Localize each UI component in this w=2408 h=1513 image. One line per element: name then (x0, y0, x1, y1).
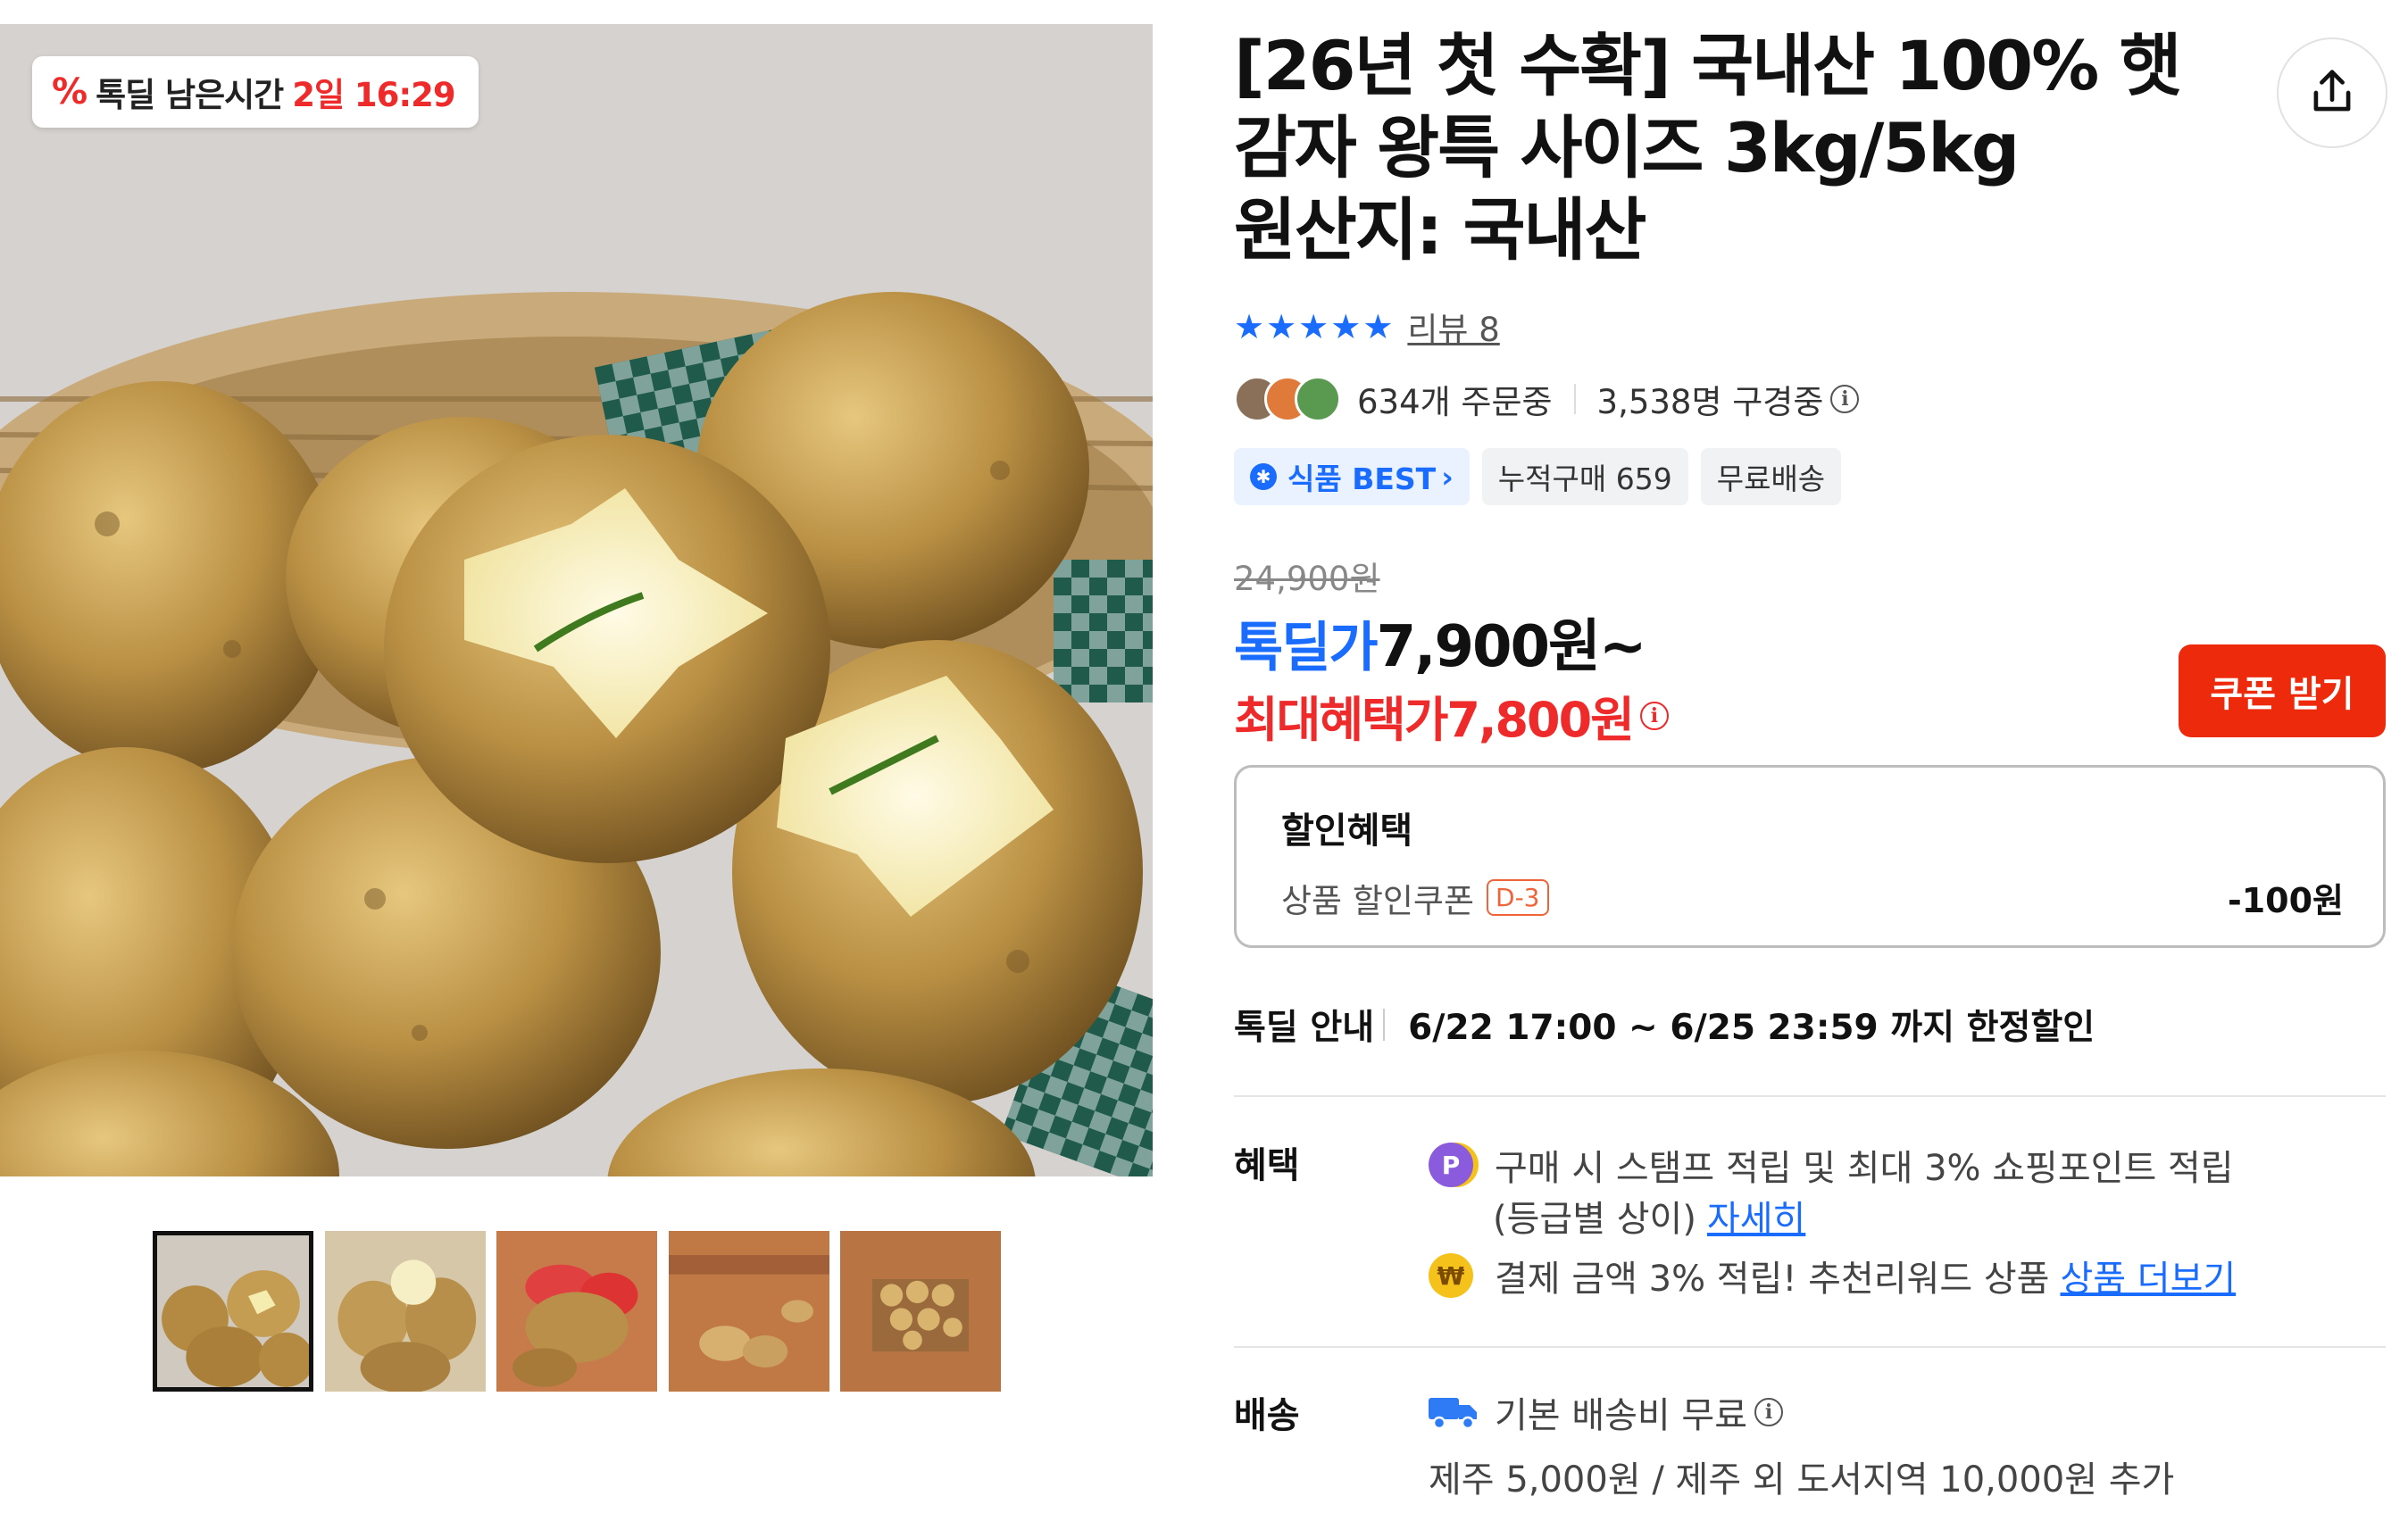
original-price: 24,900원 (1234, 560, 1380, 598)
deal-period-value: 6/22 17:00 ~ 6/25 23:59 까지 한정할인 (1408, 1008, 2096, 1048)
share-button[interactable] (2277, 37, 2387, 148)
star-icon: ★ (1234, 307, 1265, 346)
reward-coin-icon: ₩ (1429, 1253, 1473, 1298)
coupon-label: 상품 할인쿠폰 (1281, 881, 1475, 920)
thumbnail-5[interactable] (840, 1231, 1001, 1392)
info-icon[interactable]: i (1639, 701, 1669, 730)
best-tag-label: 식품 BEST (1287, 461, 1437, 496)
shipping-fee-line: 기본 배송비 무료 i (1429, 1386, 1784, 1438)
best-badge-icon: ✱ (1250, 463, 1277, 490)
thumbnail-1[interactable] (153, 1231, 313, 1392)
rating-row: ★ ★ ★ ★ ★ 리뷰 8 (1234, 303, 1500, 350)
timer-remaining: 2일 16:29 (292, 76, 455, 114)
max-benefit-price: 최대혜택가7,800원 (1234, 692, 1635, 748)
shipping-extra-fee: 제주 5,000원 / 제주 외 도서지역 10,000원 추가 (1429, 1459, 2175, 1501)
benefit-point-text: 구매 시 스탬프 적립 및 최대 3% 쇼핑포인트 적립 (1495, 1148, 2234, 1189)
main-product-image (0, 24, 1153, 1176)
coupon-amount: -100원 (2227, 881, 2344, 920)
free-shipping-tag: 무료배송 (1700, 448, 1842, 505)
chevron-right-icon: › (1441, 459, 1454, 495)
section-divider (1234, 1095, 2386, 1097)
star-icon: ★ (1266, 307, 1297, 346)
deal-timer-badge: % 톡딜 남은시간 2일 16:29 (32, 56, 479, 128)
benefit-reward-line: ₩ 결제 금액 3% 적립! 추천리워드 상품 상품 더보기 (1429, 1250, 2236, 1301)
details-link[interactable]: 자세히 (1707, 1190, 1805, 1242)
tags-row: ✱ 식품 BEST › 누적구매 659 무료배송 (1234, 448, 1842, 505)
discount-coupon-row: 상품 할인쿠폰 D-3 -100원 (1281, 873, 2344, 922)
best-tag[interactable]: ✱ 식품 BEST › (1234, 448, 1470, 505)
product-title: [26년 첫 수확] 국내산 100% 햇 감자 왕특 사이즈 3kg/5kg … (1234, 25, 2216, 271)
product-title-line-2: 감자 왕특 사이즈 3kg/5kg (1234, 108, 2020, 187)
thumbnail-2[interactable] (325, 1231, 486, 1392)
truck-icon (1429, 1398, 1477, 1430)
info-icon[interactable]: i (1754, 1398, 1784, 1426)
divider (1383, 1009, 1386, 1041)
thumbnail-4[interactable] (669, 1231, 829, 1392)
point-coin-icon: P (1429, 1143, 1473, 1187)
thumbnail-3[interactable] (496, 1231, 657, 1392)
benefit-grade-text: (등급별 상이) (1493, 1199, 1696, 1240)
product-title-line-3: 원산지: 국내산 (1234, 190, 1646, 270)
deal-price-value: 7,900원~ (1376, 614, 1647, 680)
more-products-link[interactable]: 상품 더보기 (2060, 1250, 2236, 1301)
shipping-fee-text: 기본 배송비 무료 (1495, 1395, 1748, 1436)
deal-period-label: 톡딜 안내 (1234, 1008, 1375, 1048)
orders-count: 634개 주문중 (1357, 383, 1553, 421)
benefit-point-line: P 구매 시 스탬프 적립 및 최대 3% 쇼핑포인트 적립 (1429, 1139, 2234, 1191)
section-divider (1234, 1346, 2386, 1348)
divider (1573, 384, 1576, 414)
benefit-grade-line: (등급별 상이) 자세히 (1493, 1190, 1805, 1242)
stats-row: 634개 주문중 3,538명 구경중 i (1234, 373, 1860, 425)
timer-label: 톡딜 남은시간 (96, 76, 284, 114)
product-title-line-1: [26년 첫 수확] 국내산 100% 햇 (1234, 26, 2182, 105)
benefit-reward-text: 결제 금액 3% 적립! 추천리워드 상품 (1495, 1259, 2050, 1300)
discount-title: 할인혜택 (1281, 811, 1413, 852)
cumulative-purchase-tag: 누적구매 659 (1481, 448, 1688, 505)
max-benefit-row: 최대혜택가7,800원 i (1234, 680, 1669, 751)
review-link[interactable]: 리뷰 8 (1407, 303, 1499, 351)
benefits-label: 혜택 (1234, 1145, 1300, 1186)
deal-price-row: 톡딜가 7,900원~ (1234, 601, 1647, 683)
deal-period-row: 톡딜 안내 6/22 17:00 ~ 6/25 23:59 까지 한정할인 (1234, 1000, 2095, 1050)
shipping-label: 배송 (1234, 1395, 1300, 1436)
deal-price-label: 톡딜가 (1234, 617, 1379, 679)
info-icon[interactable]: i (1830, 385, 1860, 413)
star-icon: ★ (1330, 307, 1362, 346)
viewers-count: 3,538명 구경중 (1596, 383, 1824, 421)
coupon-dday-badge: D-3 (1487, 879, 1549, 916)
share-icon (2313, 70, 2351, 112)
deal-percent-icon: % (52, 71, 87, 112)
discount-box: 할인혜택 상품 할인쿠폰 D-3 -100원 (1234, 765, 2386, 948)
coupon-button[interactable]: 쿠폰 받기 (2179, 644, 2386, 737)
star-icon: ★ (1298, 307, 1329, 346)
buyer-avatar (1295, 376, 1341, 422)
star-icon: ★ (1362, 307, 1394, 346)
